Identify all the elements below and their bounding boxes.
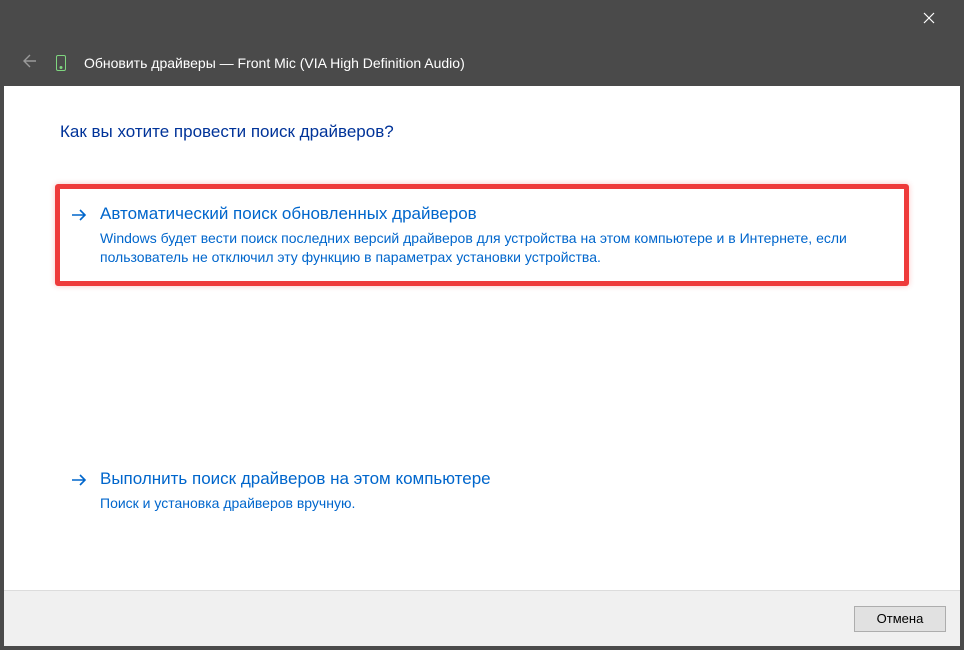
header-title: Обновить драйверы — Front Mic (VIA High … xyxy=(84,55,465,71)
option-title: Выполнить поиск драйверов на этом компью… xyxy=(100,468,888,490)
update-driver-dialog: Обновить драйверы — Front Mic (VIA High … xyxy=(0,0,964,650)
device-icon xyxy=(56,55,66,71)
option-auto-search[interactable]: Автоматический поиск обновленных драйвер… xyxy=(55,184,909,286)
content-area: Как вы хотите провести поиск драйверов? … xyxy=(4,86,960,646)
cancel-button[interactable]: Отмена xyxy=(854,606,946,632)
option-description: Поиск и установка драйверов вручную. xyxy=(100,494,888,513)
option-text: Автоматический поиск обновленных драйвер… xyxy=(100,203,888,267)
close-button[interactable] xyxy=(906,4,952,36)
header: Обновить драйверы — Front Mic (VIA High … xyxy=(0,40,964,86)
content-inner: Как вы хотите провести поиск драйверов? … xyxy=(4,86,960,590)
option-browse-computer[interactable]: Выполнить поиск драйверов на этом компью… xyxy=(60,454,904,527)
close-icon xyxy=(923,11,935,29)
question-heading: Как вы хотите провести поиск драйверов? xyxy=(60,122,904,142)
option-text: Выполнить поиск драйверов на этом компью… xyxy=(100,468,888,513)
titlebar xyxy=(0,0,964,40)
arrow-right-icon xyxy=(70,206,88,229)
option-spacer: Выполнить поиск драйверов на этом компью… xyxy=(60,454,904,527)
arrow-left-icon xyxy=(19,52,37,75)
back-button[interactable] xyxy=(18,52,38,75)
option-description: Windows будет вести поиск последних верс… xyxy=(100,229,888,267)
arrow-right-icon xyxy=(70,471,88,494)
footer: Отмена xyxy=(4,590,960,646)
option-title: Автоматический поиск обновленных драйвер… xyxy=(100,203,888,225)
